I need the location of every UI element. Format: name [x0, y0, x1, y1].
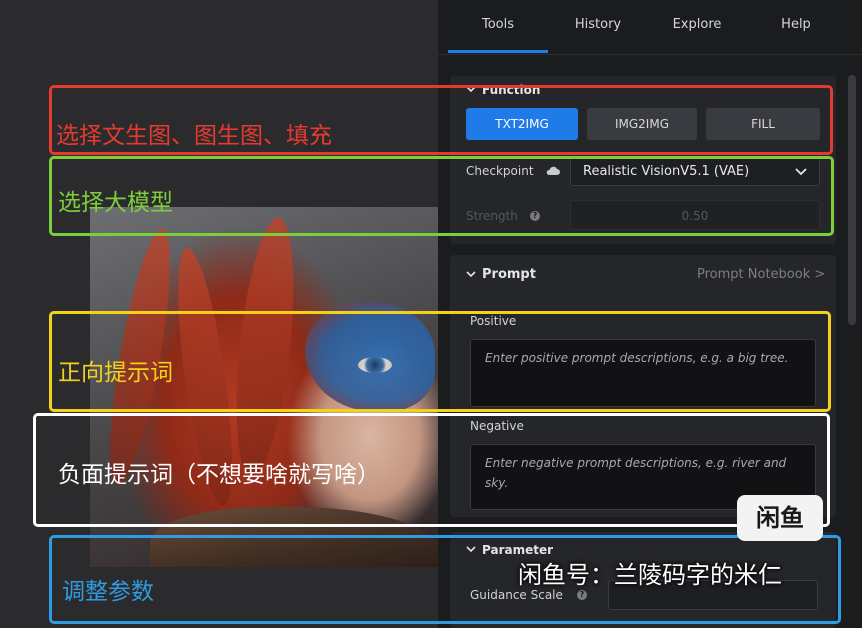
tab-bar: Tools History Explore Help [438, 0, 862, 55]
annotation-function-label: 选择文生图、图生图、填充 [56, 123, 332, 149]
prompt-notebook-link[interactable]: Prompt Notebook > [697, 267, 825, 282]
tab-history[interactable]: History [548, 17, 648, 32]
annotation-positive-label: 正向提示词 [58, 360, 173, 386]
watermark-text: 闲鱼号：兰陵码字的米仁 [518, 561, 782, 589]
tab-tools[interactable]: Tools [448, 17, 548, 32]
prompt-title: Prompt [482, 267, 536, 282]
annotation-parameter-label: 调整参数 [62, 579, 154, 605]
annotation-negative-label: 负面提示词（不想要啥就写啥） [58, 462, 380, 488]
chevron-down-icon[interactable] [466, 269, 476, 279]
screenshot: Tools History Explore Help Function TXT2… [0, 0, 862, 628]
scrollbar[interactable] [848, 75, 856, 325]
tab-help[interactable]: Help [746, 17, 846, 32]
tab-explore[interactable]: Explore [647, 17, 747, 32]
annotation-model-label: 选择大模型 [58, 190, 173, 216]
active-tab-indicator [448, 50, 548, 53]
xianyu-logo: 闲鱼 [737, 495, 823, 541]
